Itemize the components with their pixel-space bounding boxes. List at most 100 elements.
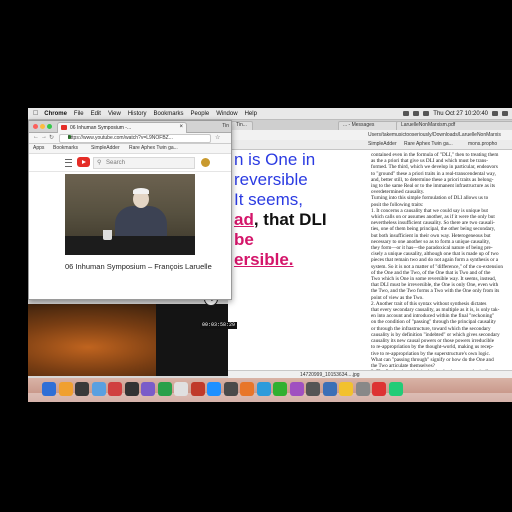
notification-center-icon[interactable] [502,111,508,116]
popup-tab-youtube[interactable]: 06 Inhuman Symposium -... × [57,122,187,133]
youtube-favicon-icon [61,125,67,130]
app-icon[interactable] [141,382,155,396]
close-tab-icon[interactable]: × [179,124,183,130]
preferences-icon[interactable] [75,382,89,396]
pdf-text-column: contained even in the formula of "DLI," … [371,152,511,370]
menu-bar:  Chrome File Edit View History Bookmark… [28,108,512,120]
search-icon: ⚲ [97,160,102,166]
app-icon[interactable] [339,382,353,396]
reload-icon[interactable]: ↻ [49,134,54,141]
bookmark-simpleadder[interactable]: SimpleAdder [368,141,397,147]
bookmark-mons[interactable]: mons.propho [468,141,497,147]
popup-tab-extra[interactable]: Tin [222,123,229,129]
popup-address-bar: ← → ↻ https://www.youtube.com/watch?v=L9… [29,133,231,144]
pdf-text-line: but both insufficient in their own way. … [371,232,491,239]
popup-url-text: https://www.youtube.com/watch?v=L9NOFBZ.… [68,135,173,141]
spotlight-icon[interactable] [492,111,498,116]
app-icon[interactable] [273,382,287,396]
pdf-text-line: What can "passing through" signify or ho… [371,356,494,363]
finder-icon[interactable] [42,382,56,396]
pdf-text-line: system. So it is not a matter of "differ… [371,263,503,270]
white-strip [228,304,268,376]
slide-line-1: n is One in [234,150,316,169]
video-player[interactable] [28,304,228,376]
desk [65,236,195,255]
cup [103,230,112,240]
slide-line-6: ersible. [234,250,294,269]
music-icon[interactable] [190,382,205,396]
forward-icon[interactable]: → [41,134,47,140]
menu-help[interactable]: Help [245,111,257,117]
popup-tab-label: 06 Inhuman Symposium -... [70,125,132,131]
menu-window[interactable]: Window [216,111,237,117]
photos-icon[interactable] [174,382,188,396]
slide-line-2: reversible [234,170,308,189]
app-icon[interactable] [256,382,271,396]
pdf-text-line: to "ground" these a priori traits in a r… [371,170,496,177]
pdf-text-line: or through the infrastructure, toward wh… [371,325,491,332]
speaker-hair [133,188,149,194]
slide-line-3: It seems, [234,190,303,209]
document-view: n is One in reversible It seems, ad, tha… [228,150,512,370]
background-bookmarks-bar: SimpleAdder Rare Aphex Twin ga... mons.p… [228,140,512,150]
star-icon[interactable]: ☆ [215,134,220,141]
popup-tab-bar: 06 Inhuman Symposium -... × Tin [29,121,231,133]
bookmark-simpleadder[interactable]: SimpleAdder [91,145,120,151]
slide-line-5: be [234,230,254,249]
youtube-search-input[interactable]: ⚲ Search [93,157,195,169]
app-icon[interactable] [289,382,304,396]
background-url-text: Users/takemusictooseriously/Downloads/La… [368,132,501,138]
pdf-text-line: ties, one of them being principal, the o… [371,226,496,233]
menu-edit[interactable]: Edit [91,111,101,117]
avatar[interactable] [201,158,210,167]
menu-people[interactable]: People [191,111,210,117]
app-icon[interactable] [322,382,337,396]
youtube-header: ⚲ Search [29,154,231,172]
youtube-popup-window: 06 Inhuman Symposium -... × Tin ← → ↻ ht… [28,120,232,300]
bookmark-apps[interactable]: Apps [33,145,44,151]
maximize-window-icon[interactable] [47,124,52,129]
app-icon[interactable] [372,382,386,396]
menu-file[interactable]: File [74,111,84,117]
back-icon[interactable]: ← [33,134,39,140]
video-dark-band [156,304,228,376]
volume-icon[interactable] [413,111,420,116]
desktop-screen:  Chrome File Edit View History Bookmark… [28,108,512,402]
app-icon[interactable] [355,382,370,396]
terminal-icon[interactable] [223,382,238,396]
wifi-icon[interactable] [403,111,410,116]
search-placeholder: Search [106,159,126,166]
safari-icon[interactable] [91,382,106,396]
pdf-text-line: to re-appropriation by the thought-world… [371,344,494,351]
youtube-logo-icon[interactable] [77,157,90,167]
clock-app-icon[interactable] [124,382,139,396]
messages-icon[interactable] [157,382,172,396]
app-icon[interactable] [240,382,254,396]
mail-icon[interactable] [207,382,221,396]
popup-url-input[interactable]: https://www.youtube.com/watch?v=L9NOFBZ.… [59,134,211,143]
menu-view[interactable]: View [108,111,121,117]
menubar-clock[interactable]: Thu Oct 27 10:20:40 [433,111,488,117]
launchpad-icon[interactable] [58,382,73,396]
pdf-text-line: on the condition of "passing" through th… [371,319,496,326]
app-icon[interactable] [388,382,403,396]
menu-app-name[interactable]: Chrome [44,111,67,117]
youtube-video-player[interactable] [65,174,195,255]
app-icon[interactable] [306,382,320,396]
video-title[interactable]: 06 Inhuman Symposium – François Laruelle [65,262,215,271]
pdf-text-line: pieces that remain two and do not again … [371,257,499,264]
bookmark-bookmarks[interactable]: Bookmarks [53,145,78,151]
battery-icon[interactable] [423,111,430,116]
menu-history[interactable]: History [128,111,147,117]
dock [28,378,512,402]
menu-bookmarks[interactable]: Bookmarks [154,111,184,117]
hamburger-menu-icon[interactable] [65,159,72,167]
bookmark-aphex[interactable]: Rare Aphex Twin ga... [129,145,178,151]
slide-line-4a: ad [234,210,254,229]
slide-line-4: ad, that DLI [234,210,327,230]
calendar-icon[interactable] [108,382,122,396]
close-window-icon[interactable] [33,124,38,129]
bookmark-aphex[interactable]: Rare Aphex Twin ga... [404,141,453,147]
apple-icon[interactable]:  [33,110,38,117]
minimize-window-icon[interactable] [40,124,45,129]
